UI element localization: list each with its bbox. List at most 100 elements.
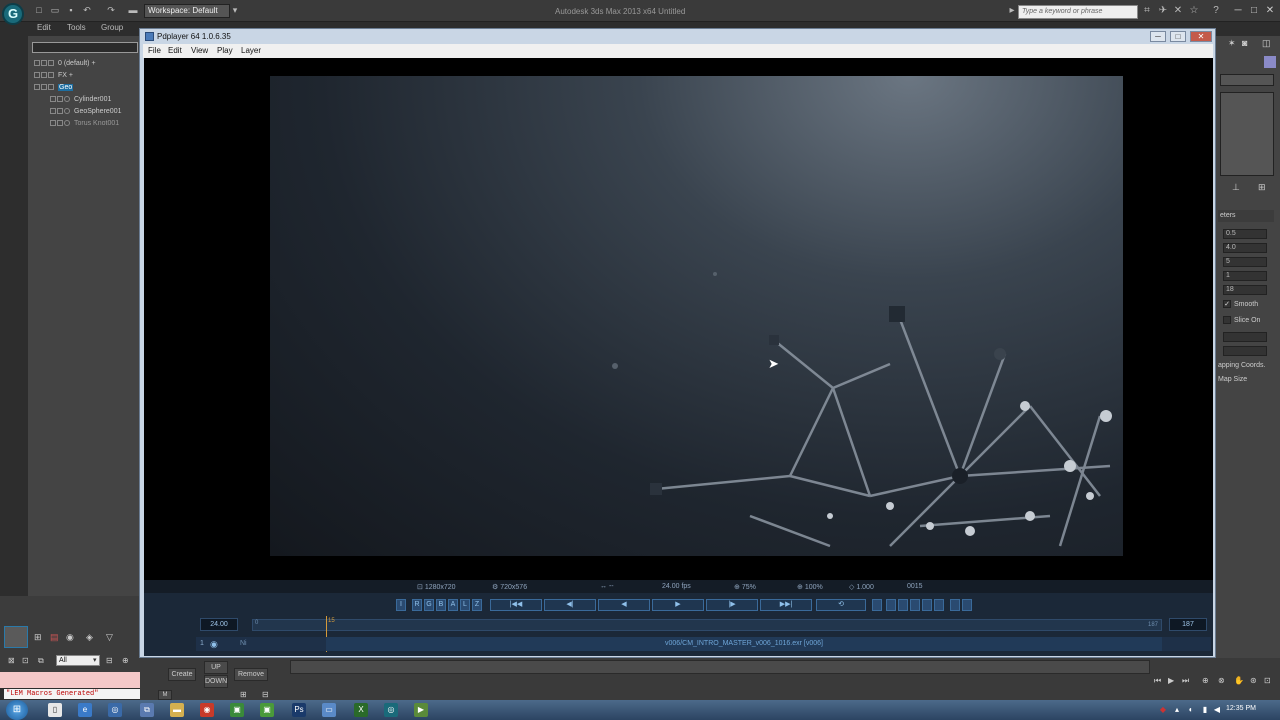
maxscript-output[interactable]: "LEM Macros Generated" <box>4 689 140 699</box>
slice-to-spinner[interactable] <box>1223 346 1267 356</box>
excel-icon[interactable]: X <box>354 703 368 717</box>
layer-tool-icon[interactable]: ⊞ <box>240 690 247 699</box>
communication-icon[interactable]: ✕ <box>1172 5 1184 17</box>
arrow-right-icon[interactable]: ▸ <box>1006 5 1018 17</box>
modifier-list-dropdown[interactable] <box>1220 74 1274 86</box>
maximize-icon[interactable]: □ <box>1248 6 1260 16</box>
folder-icon[interactable]: ▬ <box>170 703 184 717</box>
slice-on-checkbox[interactable] <box>1223 316 1231 324</box>
ie-icon[interactable]: e <box>78 703 92 717</box>
layer-name[interactable]: v006/CM_INTRO_MASTER_v006_1016.exr [v006… <box>326 637 1162 651</box>
next-frame-icon[interactable]: ⏭ <box>1182 676 1189 686</box>
subscription-icon[interactable]: ✈ <box>1157 5 1169 17</box>
app-icon[interactable]: ▣ <box>230 703 244 717</box>
maxscript-listener[interactable] <box>0 672 140 688</box>
view-mode-button-7[interactable] <box>950 599 960 611</box>
modify-tab-icon[interactable]: ◙ <box>1242 38 1247 48</box>
loop-button[interactable]: ⟲ <box>816 599 866 611</box>
slice-from-spinner[interactable] <box>1223 332 1267 342</box>
view-mode-button-4[interactable] <box>910 599 920 611</box>
configure-icon[interactable]: ⊞ <box>1258 182 1266 193</box>
freeze-icon[interactable] <box>57 120 63 127</box>
go-to-start-button[interactable]: |◀◀ <box>490 599 542 611</box>
freeze-icon[interactable] <box>57 108 63 115</box>
eye-icon[interactable] <box>50 108 56 115</box>
pd-menu-play[interactable]: Play <box>217 46 233 55</box>
param-spinner-3[interactable]: 5 <box>1223 257 1267 267</box>
layer-explorer-icon[interactable]: ▤ <box>50 632 59 643</box>
start-button[interactable]: ⊞ <box>6 700 28 720</box>
media-icon[interactable]: ◎ <box>108 703 122 717</box>
remove-button[interactable]: Remove <box>234 668 268 681</box>
view-mode-button-8[interactable] <box>962 599 972 611</box>
layers-icon[interactable]: ⧉ <box>38 656 44 666</box>
maximize-viewport-icon[interactable]: ⊡ <box>1264 676 1271 685</box>
eye-icon[interactable] <box>41 84 47 91</box>
step-forward-button[interactable]: |▶ <box>706 599 758 611</box>
binoculars-icon[interactable]: ⌗ <box>1141 5 1153 17</box>
eye-icon[interactable] <box>41 60 47 67</box>
view-mode-button-3[interactable] <box>898 599 908 611</box>
photoshop-icon[interactable]: Ps <box>292 703 306 717</box>
step-back-button[interactable]: ◀| <box>544 599 596 611</box>
max-app-icon[interactable]: G <box>2 3 24 25</box>
channel-l-button[interactable]: L <box>460 599 470 611</box>
eye-icon[interactable] <box>50 96 56 103</box>
param-spinner-2[interactable]: 4.0 <box>1223 243 1267 253</box>
channel-r-button[interactable]: R <box>412 599 422 611</box>
smooth-checkbox[interactable]: ✓ <box>1223 300 1231 308</box>
favorites-icon[interactable]: ☆ <box>1188 5 1200 17</box>
close-icon[interactable]: ✕ <box>1264 6 1276 16</box>
param-spinner-5[interactable]: 18 <box>1223 285 1267 295</box>
pdplayer-icon[interactable]: ▶ <box>414 703 428 717</box>
file-icon[interactable]: ▯ <box>48 703 62 717</box>
create-tab-icon[interactable]: ✶ <box>1228 38 1236 49</box>
param-spinner-1[interactable]: 0.5 <box>1223 229 1267 239</box>
view-mode-button-6[interactable] <box>934 599 944 611</box>
eye-icon[interactable] <box>41 72 47 79</box>
chevron-down-icon[interactable]: ▾ <box>93 656 97 664</box>
pin-stack-icon[interactable]: ⊥ <box>1232 182 1240 193</box>
up-button[interactable]: UP <box>204 661 228 674</box>
object-geosphere-row[interactable]: GeoSphere001 <box>50 106 121 117</box>
pd-menu-view[interactable]: View <box>191 46 208 55</box>
zoom-icon[interactable]: ⊕ <box>1202 676 1209 685</box>
scene-search-input[interactable] <box>32 42 138 53</box>
menu-group[interactable]: Group <box>101 23 123 32</box>
play-backward-button[interactable]: ◀ <box>598 599 650 611</box>
pin-icon[interactable]: ⊕ <box>122 656 129 665</box>
chevron-down-icon[interactable]: ▾ <box>230 5 240 15</box>
hierarchy-icon[interactable]: ⊞ <box>34 632 42 643</box>
channel-z-button[interactable]: Z <box>472 599 482 611</box>
hierarchy-tab-icon[interactable]: ◫ <box>1262 38 1271 49</box>
find-icon[interactable]: ⊡ <box>22 656 29 665</box>
redo-icon[interactable]: ↷ <box>106 5 116 15</box>
go-to-start-icon[interactable]: ⏮ <box>1154 676 1161 686</box>
app-icon[interactable]: ▣ <box>260 703 274 717</box>
pd-menu-file[interactable]: File <box>148 46 161 55</box>
freeze-icon[interactable] <box>48 72 54 79</box>
orbit-icon[interactable]: ⊛ <box>1250 676 1257 685</box>
explorer-icon[interactable]: ▭ <box>322 703 336 717</box>
channel-a-button[interactable]: A <box>448 599 458 611</box>
eye-icon[interactable] <box>50 120 56 127</box>
network-tray-icon[interactable]: ◐ <box>1186 703 1196 717</box>
search-input[interactable]: Type a keyword or phrase <box>1018 5 1138 19</box>
menu-edit[interactable]: Edit <box>37 23 51 32</box>
track-bar[interactable] <box>290 660 1150 674</box>
channel-i-button[interactable]: I <box>396 599 406 611</box>
3ds-max-icon[interactable]: ◎ <box>384 703 398 717</box>
layer-tool-icon[interactable]: ⊟ <box>262 690 269 699</box>
pdplayer-minimize-button[interactable]: ─ <box>1150 31 1166 42</box>
pd-menu-edit[interactable]: Edit <box>168 46 182 55</box>
chrome-icon[interactable]: ◉ <box>200 703 214 717</box>
select-icon[interactable]: ⊠ <box>8 656 15 665</box>
object-color-swatch[interactable] <box>1264 56 1276 68</box>
volume-tray-icon[interactable]: ◀ <box>1212 703 1222 717</box>
pd-menu-layer[interactable]: Layer <box>241 46 261 55</box>
freeze-icon[interactable] <box>57 96 63 103</box>
clock[interactable]: 12:35 PM <box>1226 705 1256 712</box>
create-button[interactable]: Create <box>168 668 196 681</box>
minimize-icon[interactable]: ─ <box>1232 6 1244 16</box>
play-icon[interactable]: ▶ <box>1168 676 1174 685</box>
